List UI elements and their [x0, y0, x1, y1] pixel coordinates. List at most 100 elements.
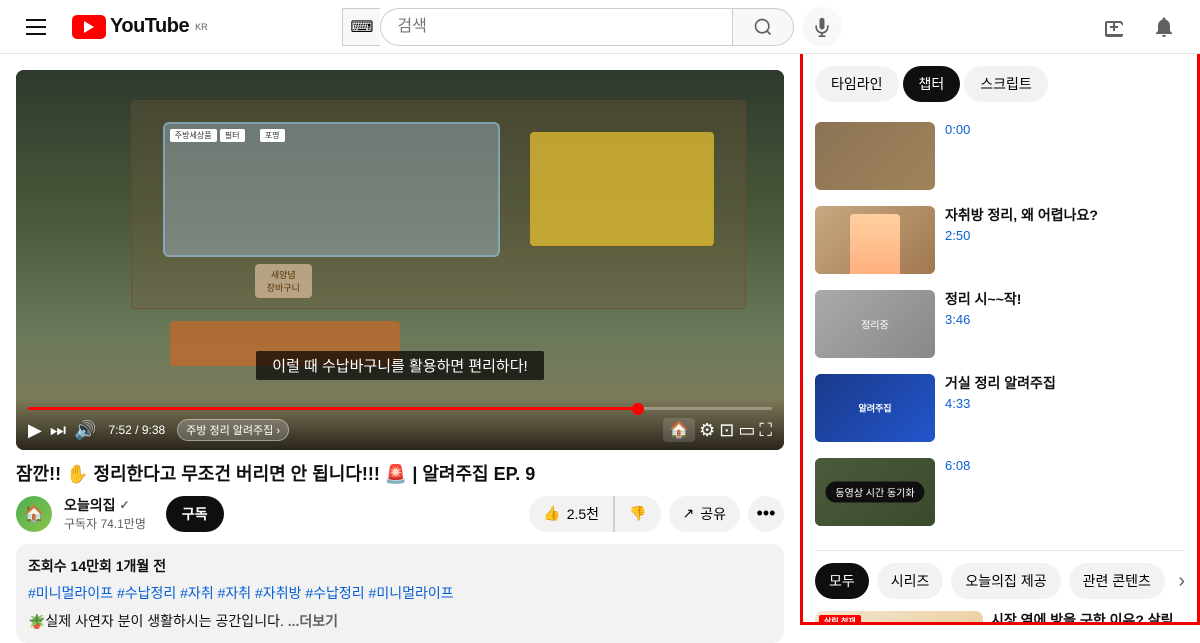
- upload-time: 1개월 전: [116, 558, 166, 574]
- chapter-label[interactable]: 주방 정리 알려주집 ›: [177, 419, 289, 441]
- chapter-item-1[interactable]: 0:00: [815, 114, 1185, 198]
- subscriber-count: 구독자 74.1만명: [64, 515, 146, 532]
- subtitle-overlay: 이럴 때 수납바구니를 활용하면 편리하다!: [16, 351, 784, 380]
- header-right: [1096, 7, 1184, 47]
- chapter-time-3: 3:46: [945, 312, 1185, 327]
- logo-kr: KR: [195, 22, 208, 32]
- more-options-button[interactable]: •••: [748, 496, 784, 532]
- channel-row: 🏠 오늘의집 ✓ 구독자 74.1만명 구독 👍 2.5천 👎: [16, 495, 784, 532]
- rec-next-button[interactable]: ›: [1178, 570, 1185, 593]
- settings-button[interactable]: ⚙: [699, 420, 715, 441]
- chapter-time-4: 4:33: [945, 396, 1185, 411]
- time-display: 7:52 / 9:38: [108, 423, 165, 437]
- chapter-info-1: 0:00: [945, 122, 1185, 190]
- header-left: YouTubeKR: [16, 7, 208, 47]
- chapter-item-2[interactable]: 자취방 정리, 왜 어렵나요? 2:50: [815, 198, 1185, 282]
- progress-bar[interactable]: [28, 407, 772, 410]
- rec-items: 15:47 살림 천재 시장 옆에 방을 구한 이유? 살림 LV.10000 …: [815, 611, 1185, 625]
- rec-info-1: 시장 옆에 방을 구한 이유? 살림 LV.10000 똑순이의 자취방 | 서…: [991, 611, 1185, 625]
- chapter-item-5[interactable]: 동영상 시간 동기화 6:08: [815, 450, 1185, 534]
- chapters-panel: 타임라인 챕터 스크립트 0:00 자취방 정리, 왜 어렵나요? 2:50: [800, 54, 1200, 625]
- hamburger-button[interactable]: [16, 7, 56, 47]
- share-icon: ↗: [683, 505, 695, 522]
- desc-text: 🪴실제 사연자 분이 생활하시는 공간입니다. ...더보기: [28, 611, 772, 631]
- subscribe-button[interactable]: 구독: [166, 496, 224, 532]
- chapter-info-5: 6:08: [945, 458, 1185, 526]
- chapter-title-2: 자취방 정리, 왜 어렵나요?: [945, 206, 1185, 224]
- dislike-button[interactable]: 👎: [614, 496, 660, 532]
- desc-meta: 조회수 14만회 1개월 전: [28, 556, 772, 576]
- video-description: 조회수 14만회 1개월 전 #미니멀라이프 #수납정리 #자취 #자취 #자취…: [16, 544, 784, 642]
- tab-chapters[interactable]: 챕터: [903, 66, 961, 102]
- desc-tags[interactable]: #미니멀라이프 #수납정리 #자취 #자취 #자취방 #수납정리 #미니멀라이프: [28, 582, 772, 604]
- right-controls: 🏠 ⚙ ⊡ ▭ ⛶: [663, 418, 772, 442]
- volume-button[interactable]: 🔊: [74, 420, 96, 441]
- skip-button[interactable]: ⏭: [50, 420, 66, 441]
- chapter-thumb-2: [815, 206, 935, 274]
- create-button[interactable]: [1096, 7, 1136, 47]
- share-label: 공유: [700, 504, 726, 524]
- chapter-time-2: 2:50: [945, 228, 1185, 243]
- search-button[interactable]: [732, 8, 794, 46]
- chapter-thumb-5: 동영상 시간 동기화: [815, 458, 935, 526]
- chapter-info-3: 정리 시~~작! 3:46: [945, 290, 1185, 358]
- verified-badge: ✓: [120, 498, 130, 512]
- hamburger-icon: [18, 11, 54, 43]
- search-input[interactable]: [380, 8, 732, 46]
- rec-tab-provided[interactable]: 오늘의집 제공: [951, 563, 1060, 599]
- keyboard-button[interactable]: ⌨: [342, 8, 380, 46]
- sync-badge: 동영상 시간 동기화: [825, 482, 924, 503]
- youtube-logo-icon: [72, 15, 106, 39]
- video-title: 잠깐!! ✋ 정리한다고 무조건 버리면 안 됩니다!!! 🚨 | 알려주집 E…: [16, 462, 784, 487]
- chapter-time-1: 0:00: [945, 122, 1185, 137]
- rec-tabs: 모두 시리즈 오늘의집 제공 관련 콘텐츠 ›: [815, 550, 1185, 599]
- like-icon: 👍: [543, 505, 560, 522]
- chapter-title-4: 거실 정리 알려주집: [945, 374, 1185, 392]
- channel-avatar: 🏠: [16, 496, 52, 532]
- main-content: 주방세상품 필터 포명 새양념장바구니 이럴 때 수납바구니를 활용하면 편리하…: [0, 54, 1200, 643]
- chapter-title-3: 정리 시~~작!: [945, 290, 1185, 308]
- subtitle-text: 이럴 때 수납바구니를 활용하면 편리하다!: [256, 351, 543, 380]
- progress-fill: [28, 407, 638, 410]
- chapter-thumb-4: 알려주집: [815, 374, 935, 442]
- chapter-info-4: 거실 정리 알려주집 4:33: [945, 374, 1185, 442]
- tab-script[interactable]: 스크립트: [964, 66, 1048, 102]
- play-button[interactable]: ▶: [28, 420, 42, 441]
- action-row: 👍 2.5천 👎 ↗ 공유 •••: [529, 496, 784, 532]
- like-button[interactable]: 👍 2.5천: [529, 496, 614, 532]
- video-player[interactable]: 주방세상품 필터 포명 새양념장바구니 이럴 때 수납바구니를 활용하면 편리하…: [16, 70, 784, 450]
- chapter-label-text: 주방 정리 알려주집 ›: [186, 422, 280, 438]
- chapter-thumb-3: 정리중: [815, 290, 935, 358]
- view-count: 조회수 14만회: [28, 558, 112, 574]
- video-controls: ▶ ⏭ 🔊 7:52 / 9:38 주방 정리 알려주집 › 🏠 ⚙ ⊡ ▭ ⛶: [16, 399, 784, 450]
- like-group: 👍 2.5천 👎: [529, 496, 660, 532]
- header: YouTubeKR ⌨: [0, 0, 1200, 54]
- chapter-item-3[interactable]: 정리중 정리 시~~작! 3:46: [815, 282, 1185, 366]
- rec-item-1[interactable]: 15:47 살림 천재 시장 옆에 방을 구한 이유? 살림 LV.10000 …: [815, 611, 1185, 625]
- rec-tab-all[interactable]: 모두: [815, 563, 869, 599]
- miniplayer-button[interactable]: ⊡: [719, 420, 734, 441]
- fullscreen-button[interactable]: ⛶: [759, 420, 772, 441]
- tabs-row: 타임라인 챕터 스크립트: [815, 66, 1185, 102]
- channel-info: 오늘의집 ✓ 구독자 74.1만명: [64, 495, 146, 532]
- notifications-button[interactable]: [1144, 7, 1184, 47]
- theater-button[interactable]: ▭: [738, 420, 755, 441]
- chapter-time-5: 6:08: [945, 458, 1185, 473]
- rec-tab-related[interactable]: 관련 콘텐츠: [1069, 563, 1165, 599]
- more-button[interactable]: ...더보기: [288, 613, 338, 629]
- rec-thumb-1: 15:47 살림 천재: [815, 611, 983, 625]
- video-section: 주방세상품 필터 포명 새양념장바구니 이럴 때 수납바구니를 활용하면 편리하…: [0, 54, 800, 643]
- mic-button[interactable]: [802, 7, 842, 47]
- logo-link[interactable]: YouTubeKR: [72, 15, 208, 39]
- tab-timeline[interactable]: 타임라인: [815, 66, 899, 102]
- like-count: 2.5천: [567, 504, 599, 524]
- chapter-thumb-1: [815, 122, 935, 190]
- home-icon-button[interactable]: 🏠: [663, 418, 695, 442]
- chapter-item-4[interactable]: 알려주집 거실 정리 알려주집 4:33: [815, 366, 1185, 450]
- video-background: 주방세상품 필터 포명 새양념장바구니: [16, 70, 784, 450]
- rec-title-1: 시장 옆에 방을 구한 이유? 살림 LV.10000 똑순이의 자취방 | 서…: [991, 611, 1185, 625]
- search-bar: ⌨: [342, 7, 842, 47]
- share-button[interactable]: ↗ 공유: [669, 496, 741, 532]
- rec-tab-series[interactable]: 시리즈: [877, 563, 944, 599]
- chapter-info-2: 자취방 정리, 왜 어렵나요? 2:50: [945, 206, 1185, 274]
